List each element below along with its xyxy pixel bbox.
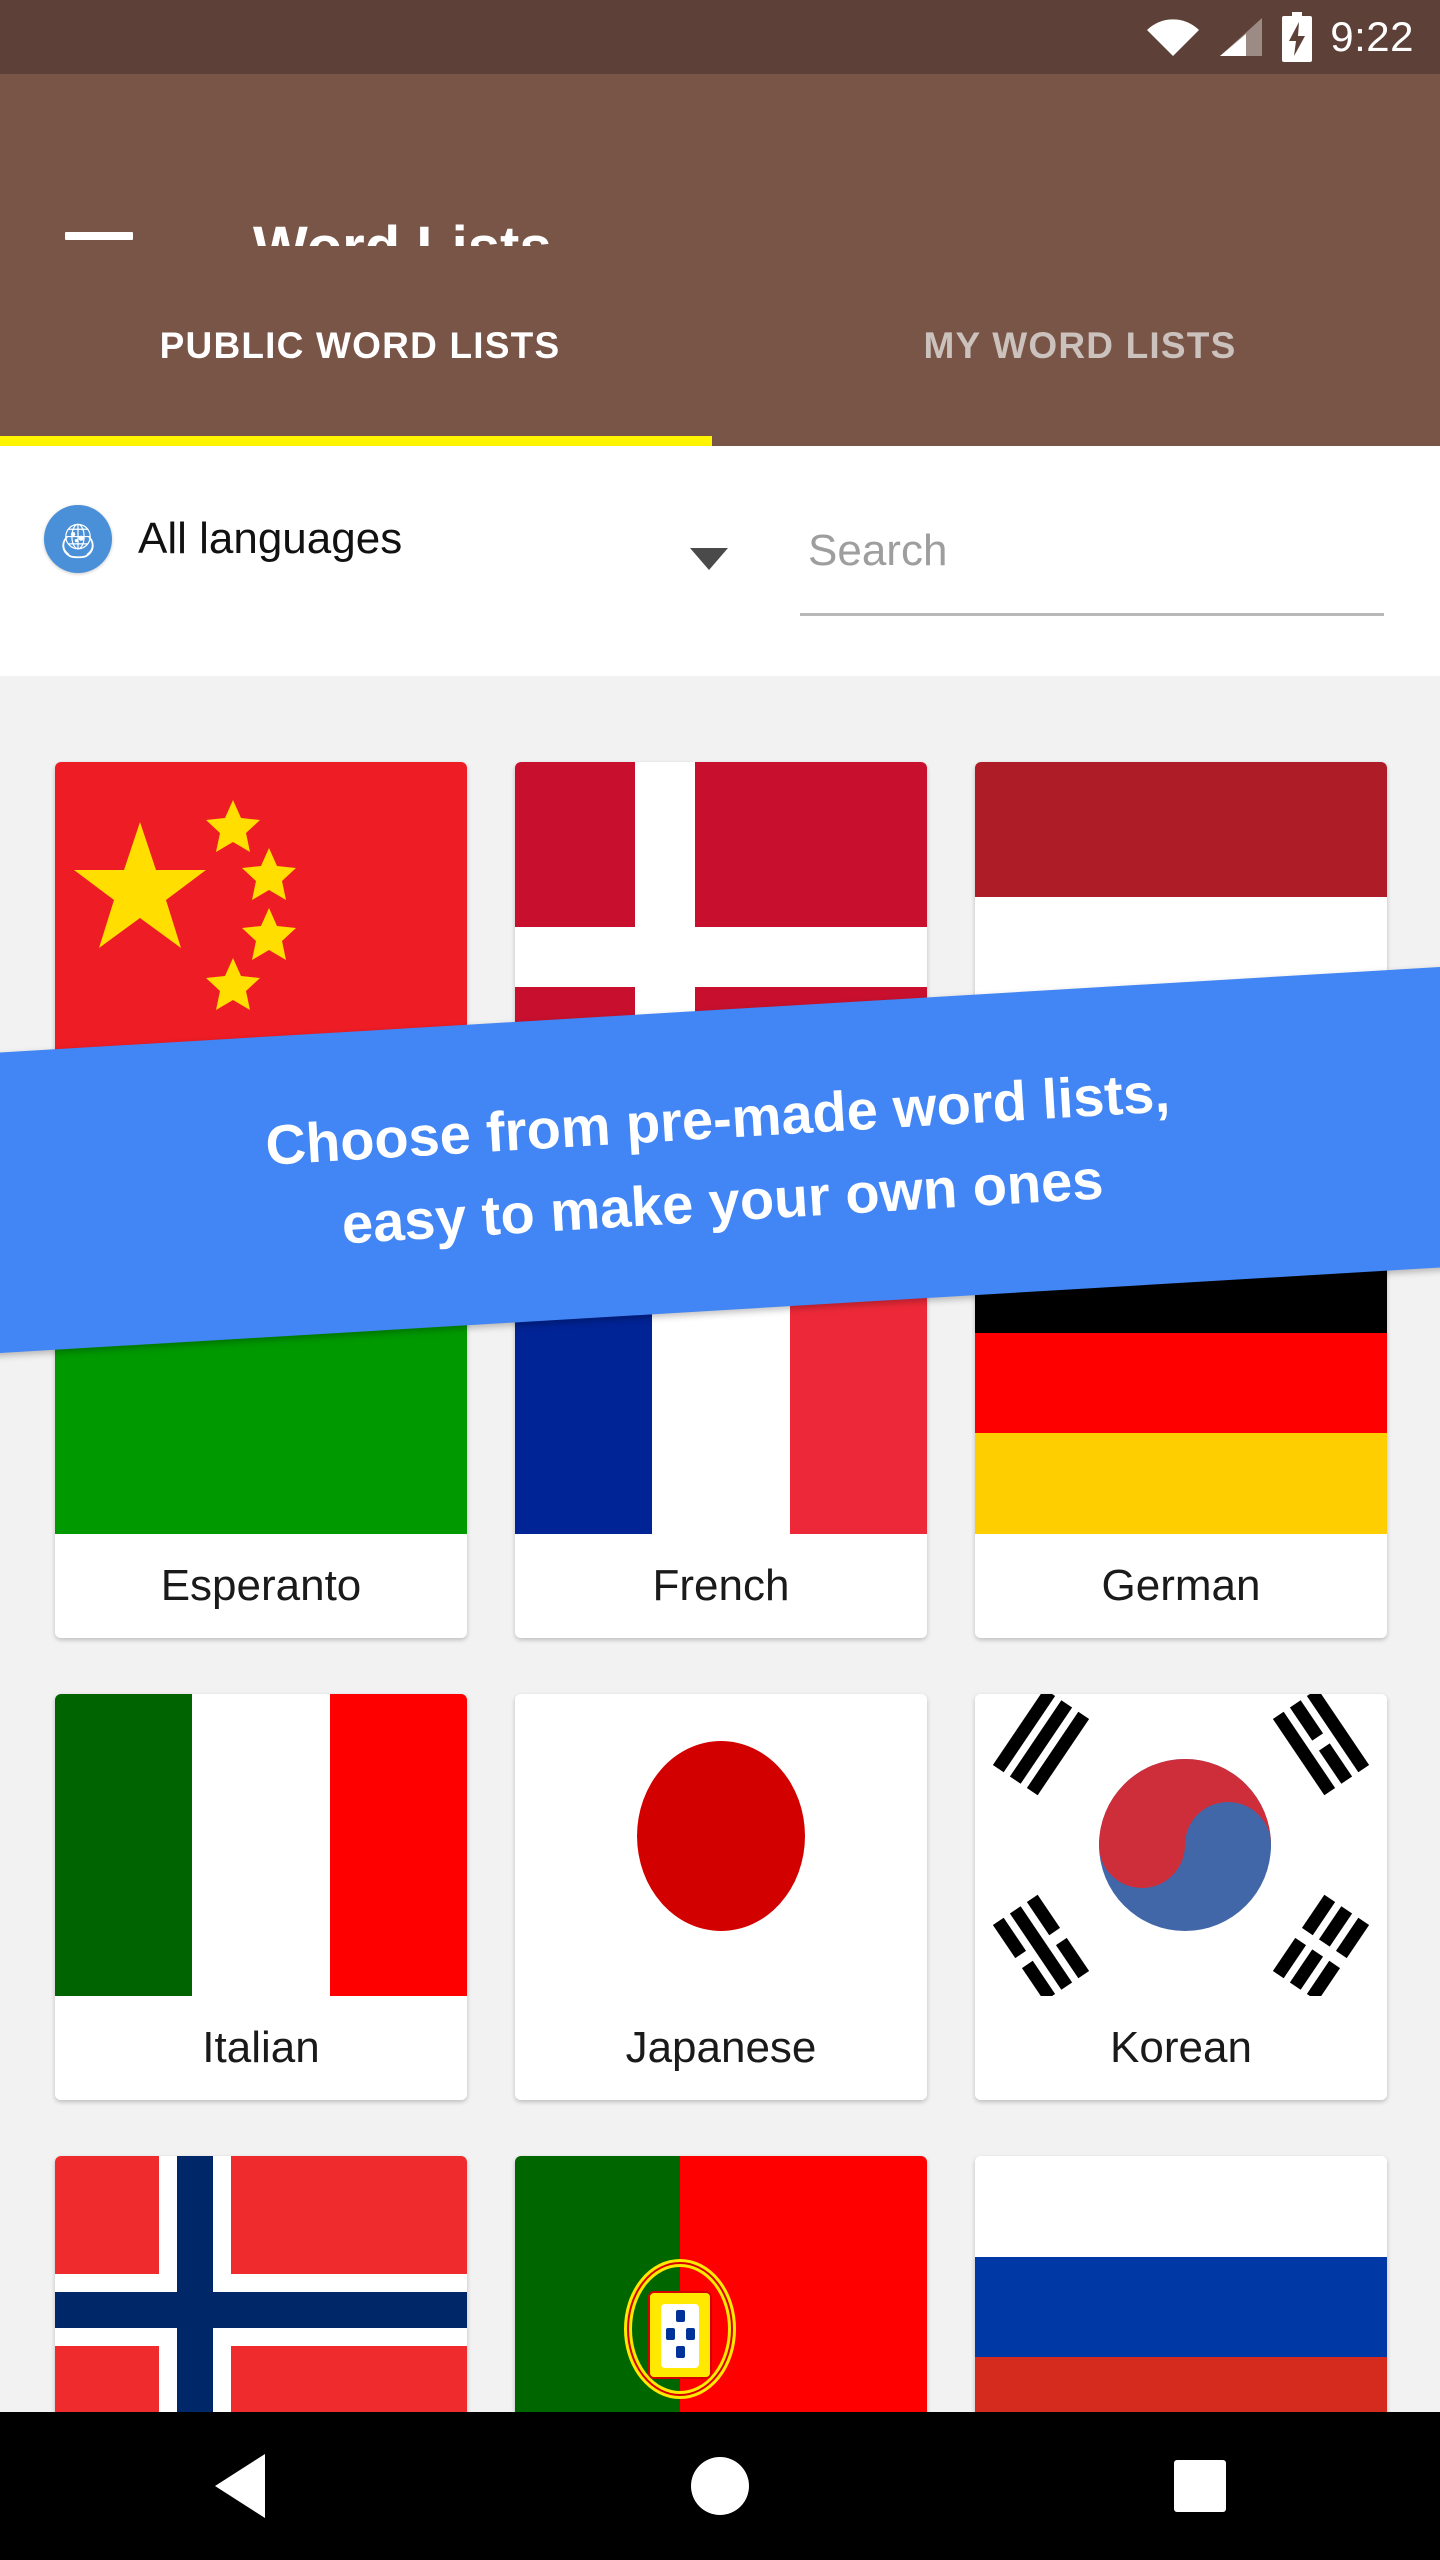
card-german[interactable]: German bbox=[975, 1232, 1387, 1638]
app-bar: Word Lists bbox=[0, 74, 1440, 280]
card-korean[interactable]: Korean bbox=[975, 1694, 1387, 2100]
status-bar-clock: 9:22 bbox=[1330, 13, 1414, 60]
home-circle-icon bbox=[691, 2457, 749, 2515]
language-dropdown[interactable]: All languages bbox=[44, 505, 402, 573]
card-korean-label: Korean bbox=[975, 1996, 1387, 2100]
app-root: 9:22 Word Lists PUBLIC WORD LISTS MY WOR… bbox=[0, 0, 1440, 2560]
tab-my-word-lists-label: MY WORD LISTS bbox=[923, 325, 1237, 366]
back-triangle-icon bbox=[215, 2454, 265, 2518]
tab-public-word-lists-label: PUBLIC WORD LISTS bbox=[159, 325, 561, 366]
language-card-grid: Esperanto French German Italian Japanese… bbox=[0, 676, 1440, 2412]
tab-my-word-lists[interactable]: MY WORD LISTS bbox=[720, 246, 1440, 446]
flag-italian bbox=[55, 1694, 467, 1996]
card-japanese-label: Japanese bbox=[515, 1996, 927, 2100]
flag-russian bbox=[975, 2156, 1387, 2412]
card-russian[interactable]: Russian bbox=[975, 2156, 1387, 2412]
android-navigation-bar bbox=[0, 2412, 1440, 2560]
tab-bar: PUBLIC WORD LISTS MY WORD LISTS bbox=[0, 246, 1440, 446]
flag-portuguese bbox=[515, 2156, 927, 2412]
wifi-icon bbox=[1147, 19, 1200, 56]
card-portuguese[interactable]: Portuguese bbox=[515, 2156, 927, 2412]
card-japanese[interactable]: Japanese bbox=[515, 1694, 927, 2100]
tab-active-indicator bbox=[0, 436, 712, 446]
language-dropdown-value: All languages bbox=[138, 514, 403, 563]
card-french-label: French bbox=[515, 1534, 927, 1638]
card-esperanto-label: Esperanto bbox=[55, 1534, 467, 1638]
card-italian[interactable]: Italian bbox=[55, 1694, 467, 2100]
un-flag-icon bbox=[44, 505, 112, 573]
nav-recent-apps-button[interactable] bbox=[1110, 2412, 1290, 2560]
nav-back-button[interactable] bbox=[150, 2412, 330, 2560]
search-input[interactable] bbox=[800, 512, 1384, 576]
card-italian-label: Italian bbox=[55, 1996, 467, 2100]
chevron-down-icon[interactable] bbox=[690, 548, 728, 570]
search-field[interactable] bbox=[800, 512, 1384, 616]
flag-korean bbox=[975, 1694, 1387, 1996]
tab-public-word-lists[interactable]: PUBLIC WORD LISTS bbox=[0, 246, 720, 446]
battery-charging-icon bbox=[1282, 12, 1313, 62]
status-bar: 9:22 bbox=[0, 0, 1440, 74]
cellular-signal-icon bbox=[1220, 18, 1263, 56]
nav-home-button[interactable] bbox=[630, 2412, 810, 2560]
recent-apps-square-icon bbox=[1174, 2460, 1226, 2512]
flag-norwegian bbox=[55, 2156, 467, 2412]
card-norwegian[interactable]: Norwegian bbox=[55, 2156, 467, 2412]
flag-japanese bbox=[515, 1694, 927, 1996]
card-german-label: German bbox=[975, 1534, 1387, 1638]
